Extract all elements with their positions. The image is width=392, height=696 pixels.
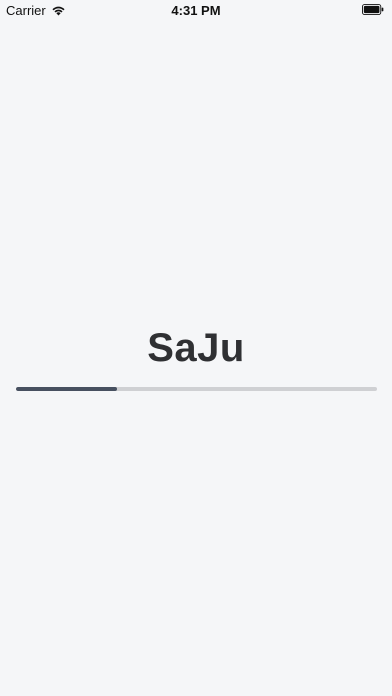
status-bar: Carrier 4:31 PM: [0, 0, 392, 22]
app-title: SaJu: [147, 326, 245, 370]
status-time: 4:31 PM: [171, 3, 221, 18]
loading-progress-fill: [16, 387, 118, 391]
loading-progress-bar: [16, 387, 377, 391]
battery-icon: [362, 4, 384, 15]
